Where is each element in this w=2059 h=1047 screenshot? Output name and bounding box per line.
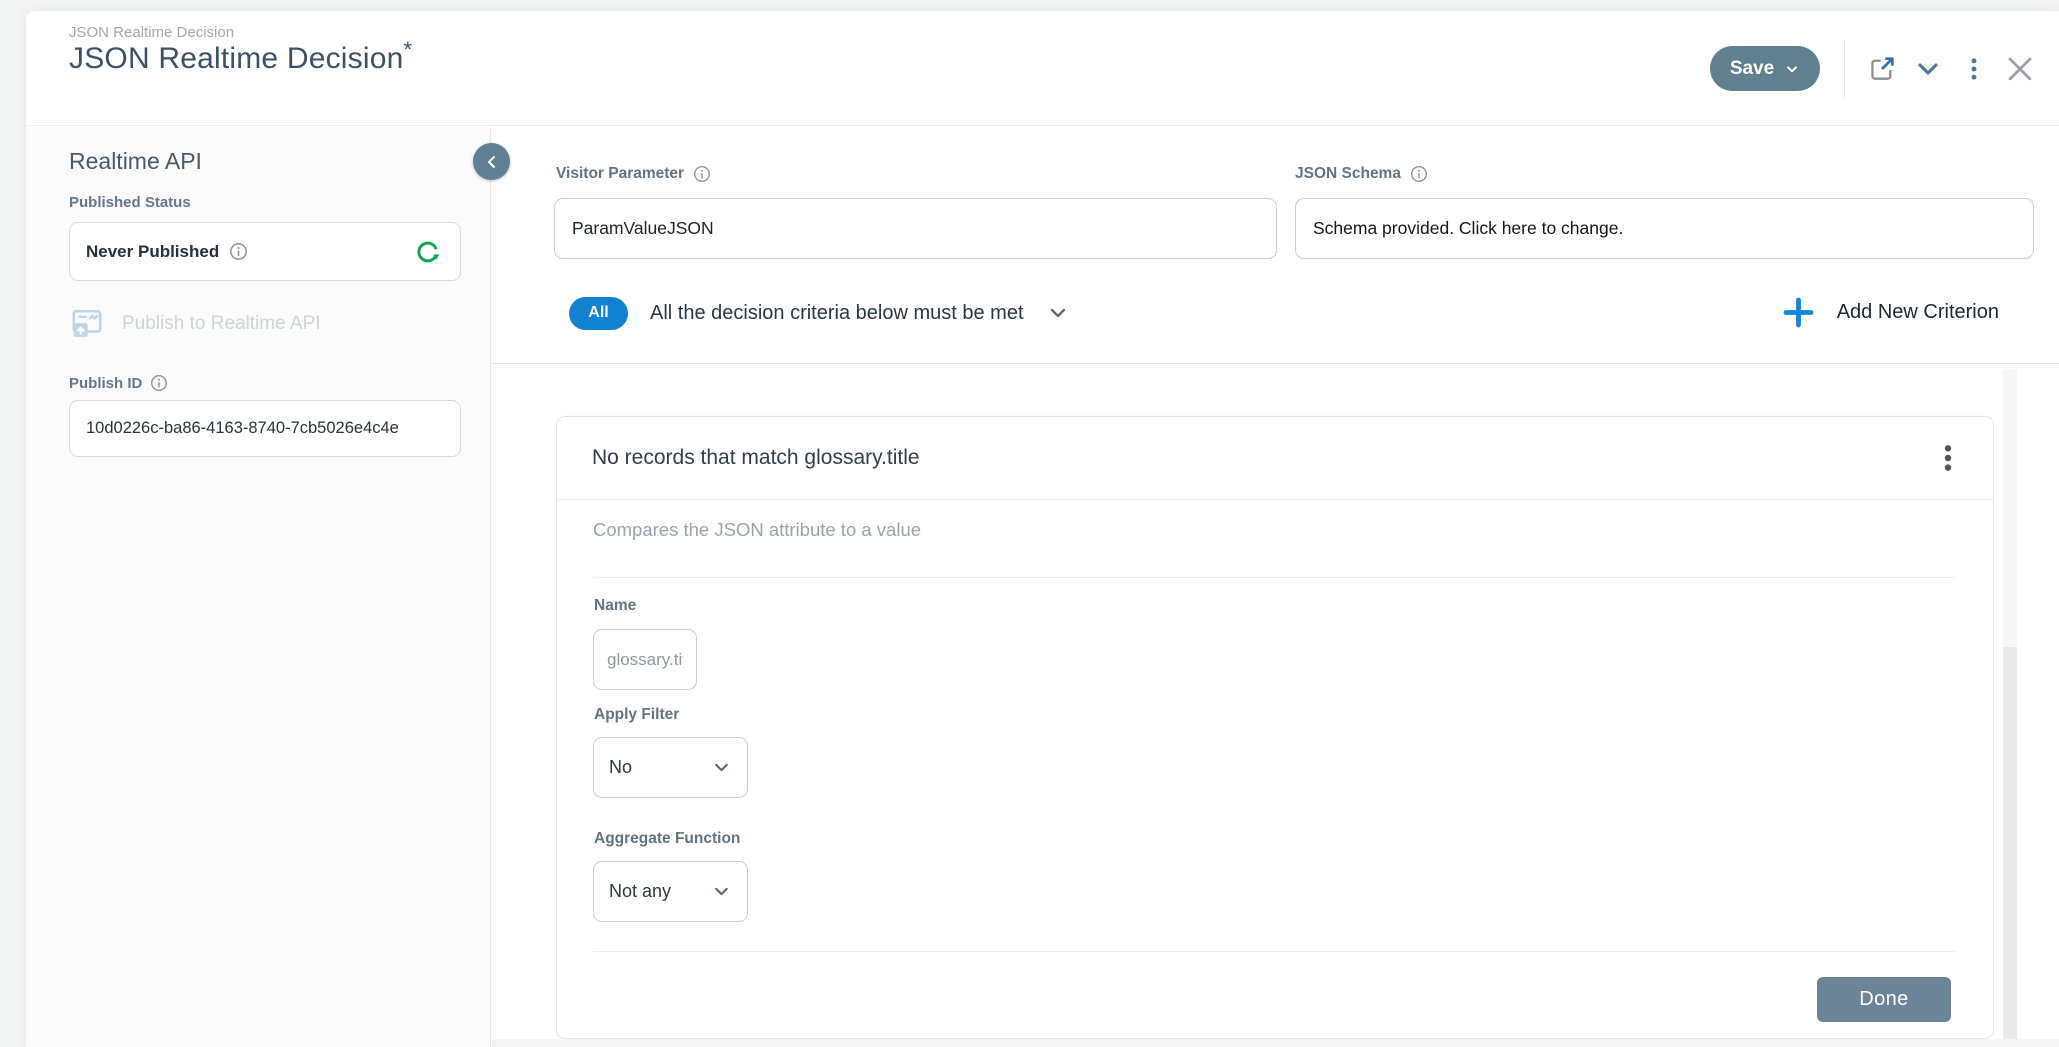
apply-filter-select[interactable]: No [593, 737, 748, 798]
breadcrumb: JSON Realtime Decision [69, 24, 234, 41]
criteria-section-divider [492, 363, 2059, 364]
apply-filter-label: Apply Filter [594, 706, 679, 724]
published-status-value: Never Published [86, 242, 219, 262]
app-window: JSON Realtime Decision JSON Realtime Dec… [25, 10, 2059, 1047]
criterion-card-header: No records that match glossary.title [557, 417, 1993, 500]
criteria-rule-selector[interactable]: All All the decision criteria below must… [569, 295, 1070, 331]
add-new-criterion-button[interactable]: Add New Criterion [1780, 291, 1999, 333]
info-icon[interactable] [693, 165, 711, 183]
aggregate-function-select[interactable]: Not any [593, 861, 748, 922]
close-icon[interactable] [1997, 46, 2043, 92]
criterion-kebab-menu-icon[interactable] [1928, 436, 1968, 480]
scrollbar-thumb[interactable] [2003, 647, 2017, 1047]
save-chevron-icon [1784, 61, 1800, 77]
done-button[interactable]: Done [1817, 977, 1951, 1022]
publish-to-realtime-api-label: Publish to Realtime API [122, 313, 321, 335]
add-new-criterion-label: Add New Criterion [1837, 301, 1999, 324]
publish-id-label-text: Publish ID [69, 375, 142, 392]
criterion-description: Compares the JSON attribute to a value [593, 519, 921, 541]
sidebar: Realtime API Published Status Never Publ… [26, 127, 491, 1047]
publish-icon [69, 306, 105, 342]
criterion-title: No records that match glossary.title [592, 446, 920, 470]
published-status-box: Never Published [69, 222, 461, 281]
publish-id-field[interactable] [69, 400, 461, 457]
page-title: JSON Realtime Decision* [69, 42, 412, 76]
chevron-down-icon [1046, 301, 1070, 325]
visitor-parameter-label-text: Visitor Parameter [556, 165, 684, 183]
json-schema-input[interactable] [1295, 198, 2034, 259]
name-label: Name [594, 597, 636, 615]
criterion-divider-top [593, 577, 1955, 578]
chevron-down-icon [711, 757, 732, 778]
apply-filter-value: No [609, 757, 632, 778]
plus-icon [1780, 294, 1817, 331]
save-button[interactable]: Save [1710, 46, 1820, 91]
visitor-parameter-input[interactable] [554, 198, 1277, 259]
page-background: JSON Realtime Decision JSON Realtime Dec… [0, 0, 2059, 1047]
unsaved-indicator: * [404, 37, 413, 62]
json-schema-label-text: JSON Schema [1295, 165, 1401, 183]
header-vertical-divider [1844, 40, 1845, 98]
info-icon[interactable] [1410, 165, 1428, 183]
scrollbar-track[interactable] [2003, 369, 2017, 1047]
kebab-menu-icon[interactable] [1951, 46, 1997, 92]
published-status-label: Published Status [69, 194, 191, 211]
save-button-label: Save [1730, 58, 1774, 80]
chevron-left-icon [483, 153, 501, 171]
info-icon[interactable] [150, 374, 168, 392]
aggregate-function-label: Aggregate Function [594, 830, 740, 848]
json-schema-label: JSON Schema [1295, 165, 1428, 183]
info-icon[interactable] [229, 242, 248, 261]
chevron-down-icon[interactable] [1905, 46, 1951, 92]
sidebar-title: Realtime API [69, 148, 202, 175]
header: JSON Realtime Decision JSON Realtime Dec… [26, 11, 2059, 126]
main-content: Visitor Parameter JSON Schema All All th… [492, 127, 2059, 1047]
page-title-text: JSON Realtime Decision [69, 42, 404, 75]
open-in-new-icon[interactable] [1859, 46, 1905, 92]
criteria-rule-description: All the decision criteria below must be … [650, 302, 1024, 325]
aggregate-function-value: Not any [609, 881, 671, 902]
body: Realtime API Published Status Never Publ… [26, 127, 2059, 1047]
publish-to-realtime-api-button[interactable]: Publish to Realtime API [69, 306, 321, 342]
published-status-label-text: Published Status [69, 194, 191, 211]
name-input[interactable] [593, 629, 697, 690]
chevron-down-icon [711, 881, 732, 902]
visitor-parameter-label: Visitor Parameter [556, 165, 711, 183]
header-actions: Save [1710, 11, 2043, 126]
criteria-rule-badge: All [569, 297, 628, 330]
criterion-card: No records that match glossary.title Com… [556, 416, 1994, 1039]
publish-id-label: Publish ID [69, 374, 168, 392]
refresh-status-icon[interactable] [412, 236, 444, 268]
sidebar-collapse-button[interactable] [473, 143, 510, 180]
criterion-divider-bottom [593, 951, 1955, 952]
scroll-area-bottom-gap [492, 1039, 2059, 1047]
